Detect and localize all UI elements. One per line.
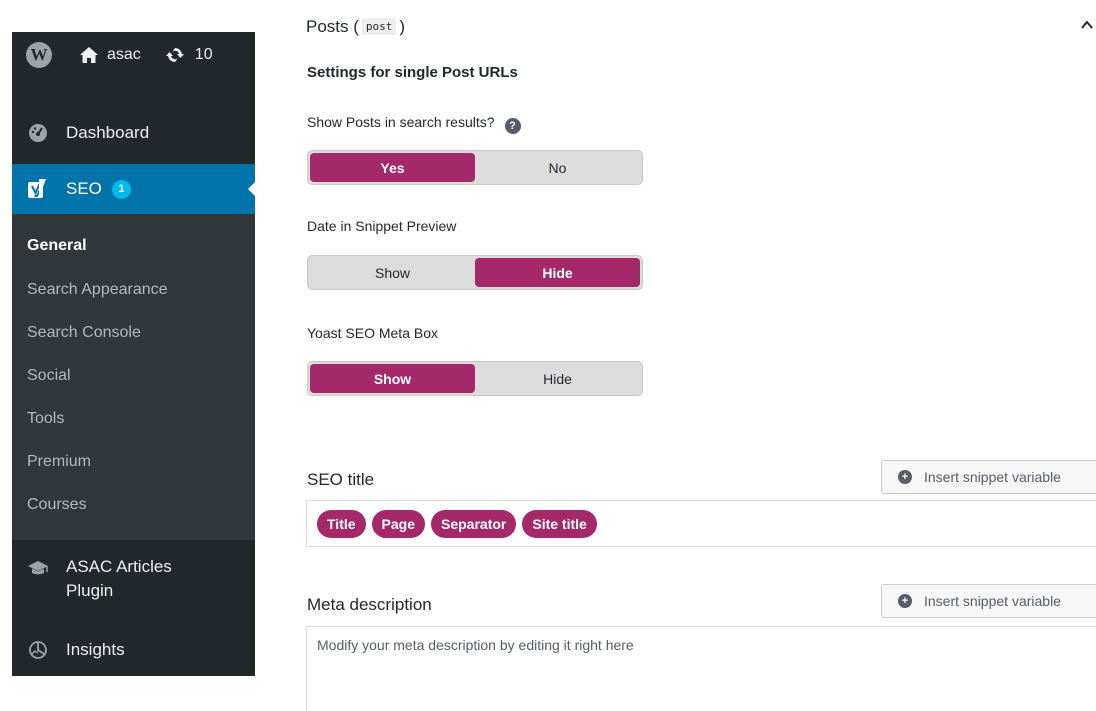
meta-description-label: Meta description	[307, 595, 432, 614]
menu-item-seo[interactable]: SEO 1	[12, 164, 256, 214]
post-type-code: post	[361, 18, 397, 35]
meta-description-editor[interactable]: Modify your meta description by editing …	[306, 626, 1096, 711]
meta-box-hide[interactable]: Hide	[475, 364, 640, 393]
current-menu-arrow	[248, 181, 256, 197]
meta-description-insert-variable-button[interactable]: + Insert snippet variable	[881, 584, 1096, 618]
meta-box-show[interactable]: Show	[310, 364, 475, 393]
menu-label-seo: SEO	[66, 179, 102, 198]
graduation-cap-icon	[26, 557, 50, 581]
date-in-preview-show[interactable]: Show	[310, 258, 475, 287]
submenu-item-general[interactable]: General	[27, 237, 87, 255]
show-in-search-toggle: Yes No	[307, 150, 643, 185]
menu-label-insights: Insights	[66, 640, 125, 659]
section-title-suffix: )	[399, 17, 406, 36]
submenu-item-tools[interactable]: Tools	[27, 410, 64, 428]
menu-label-asac-line1: ASAC Articles	[66, 557, 172, 576]
date-in-preview-hide[interactable]: Hide	[475, 258, 640, 287]
admin-bar: W asac 10	[12, 32, 255, 78]
menu-item-dashboard[interactable]: Dashboard	[12, 110, 255, 156]
yoast-icon	[26, 177, 50, 201]
meta-box-toggle: Show Hide	[307, 361, 643, 396]
insights-icon	[26, 638, 50, 662]
submenu-item-premium[interactable]: Premium	[27, 453, 91, 471]
admin-sidebar: W asac 10 Dashboard SEO 1 General Search…	[12, 32, 256, 676]
seo-notification-badge: 1	[111, 179, 131, 199]
menu-label-dashboard: Dashboard	[66, 123, 150, 142]
seo-title-editor[interactable]: Title Page Separator Site title	[306, 500, 1096, 547]
menu-label-asac: ASAC Articles Plugin	[66, 555, 172, 603]
seo-title-insert-variable-button[interactable]: + Insert snippet variable	[881, 460, 1096, 494]
plus-circle-icon: +	[898, 594, 912, 608]
section-title: Posts (post)	[306, 17, 405, 37]
settings-heading: Settings for single Post URLs	[307, 64, 518, 81]
submenu-item-courses[interactable]: Courses	[27, 496, 87, 514]
submenu-item-search-console[interactable]: Search Console	[27, 324, 141, 342]
collapse-chevron-icon[interactable]	[1081, 18, 1093, 30]
seo-title-insert-variable-label: Insert snippet variable	[924, 469, 1061, 485]
snippet-variable-pill[interactable]: Page	[371, 509, 425, 538]
site-name-link[interactable]: asac	[107, 46, 141, 64]
seo-settings-panel: Posts (post) Settings for single Post UR…	[306, 0, 1096, 711]
show-in-search-label-text: Show Posts in search results?	[307, 114, 495, 130]
date-in-preview-label: Date in Snippet Preview	[307, 218, 457, 234]
submenu-item-search-appearance[interactable]: Search Appearance	[27, 281, 168, 299]
section-title-prefix: Posts (	[306, 17, 359, 36]
snippet-variable-pill[interactable]: Title	[317, 509, 366, 538]
submenu-item-social[interactable]: Social	[27, 367, 71, 385]
date-in-preview-toggle: Show Hide	[307, 255, 643, 290]
dashboard-icon	[26, 121, 50, 145]
show-in-search-no[interactable]: No	[475, 153, 640, 182]
menu-item-asac-articles-plugin[interactable]: ASAC Articles Plugin	[12, 551, 255, 615]
snippet-variable-pill[interactable]: Site title	[522, 509, 597, 538]
meta-box-label: Yoast SEO Meta Box	[307, 325, 438, 341]
meta-description-placeholder: Modify your meta description by editing …	[317, 637, 634, 653]
seo-title-label: SEO title	[307, 470, 375, 489]
snippet-variable-pill[interactable]: Separator	[431, 509, 517, 538]
plus-circle-icon: +	[898, 470, 912, 484]
help-icon[interactable]: ?	[504, 118, 521, 134]
show-in-search-label: Show Posts in search results??	[307, 114, 521, 134]
updates-icon[interactable]	[165, 45, 185, 65]
menu-item-insights[interactable]: Insights	[12, 630, 255, 670]
wordpress-logo-icon[interactable]: W	[26, 42, 52, 68]
updates-count[interactable]: 10	[195, 46, 213, 64]
menu-label-asac-line2: Plugin	[66, 581, 114, 600]
show-in-search-yes[interactable]: Yes	[310, 153, 475, 182]
meta-description-insert-variable-label: Insert snippet variable	[924, 593, 1061, 609]
seo-submenu: General Search Appearance Search Console…	[12, 214, 255, 540]
home-icon[interactable]	[79, 46, 99, 64]
